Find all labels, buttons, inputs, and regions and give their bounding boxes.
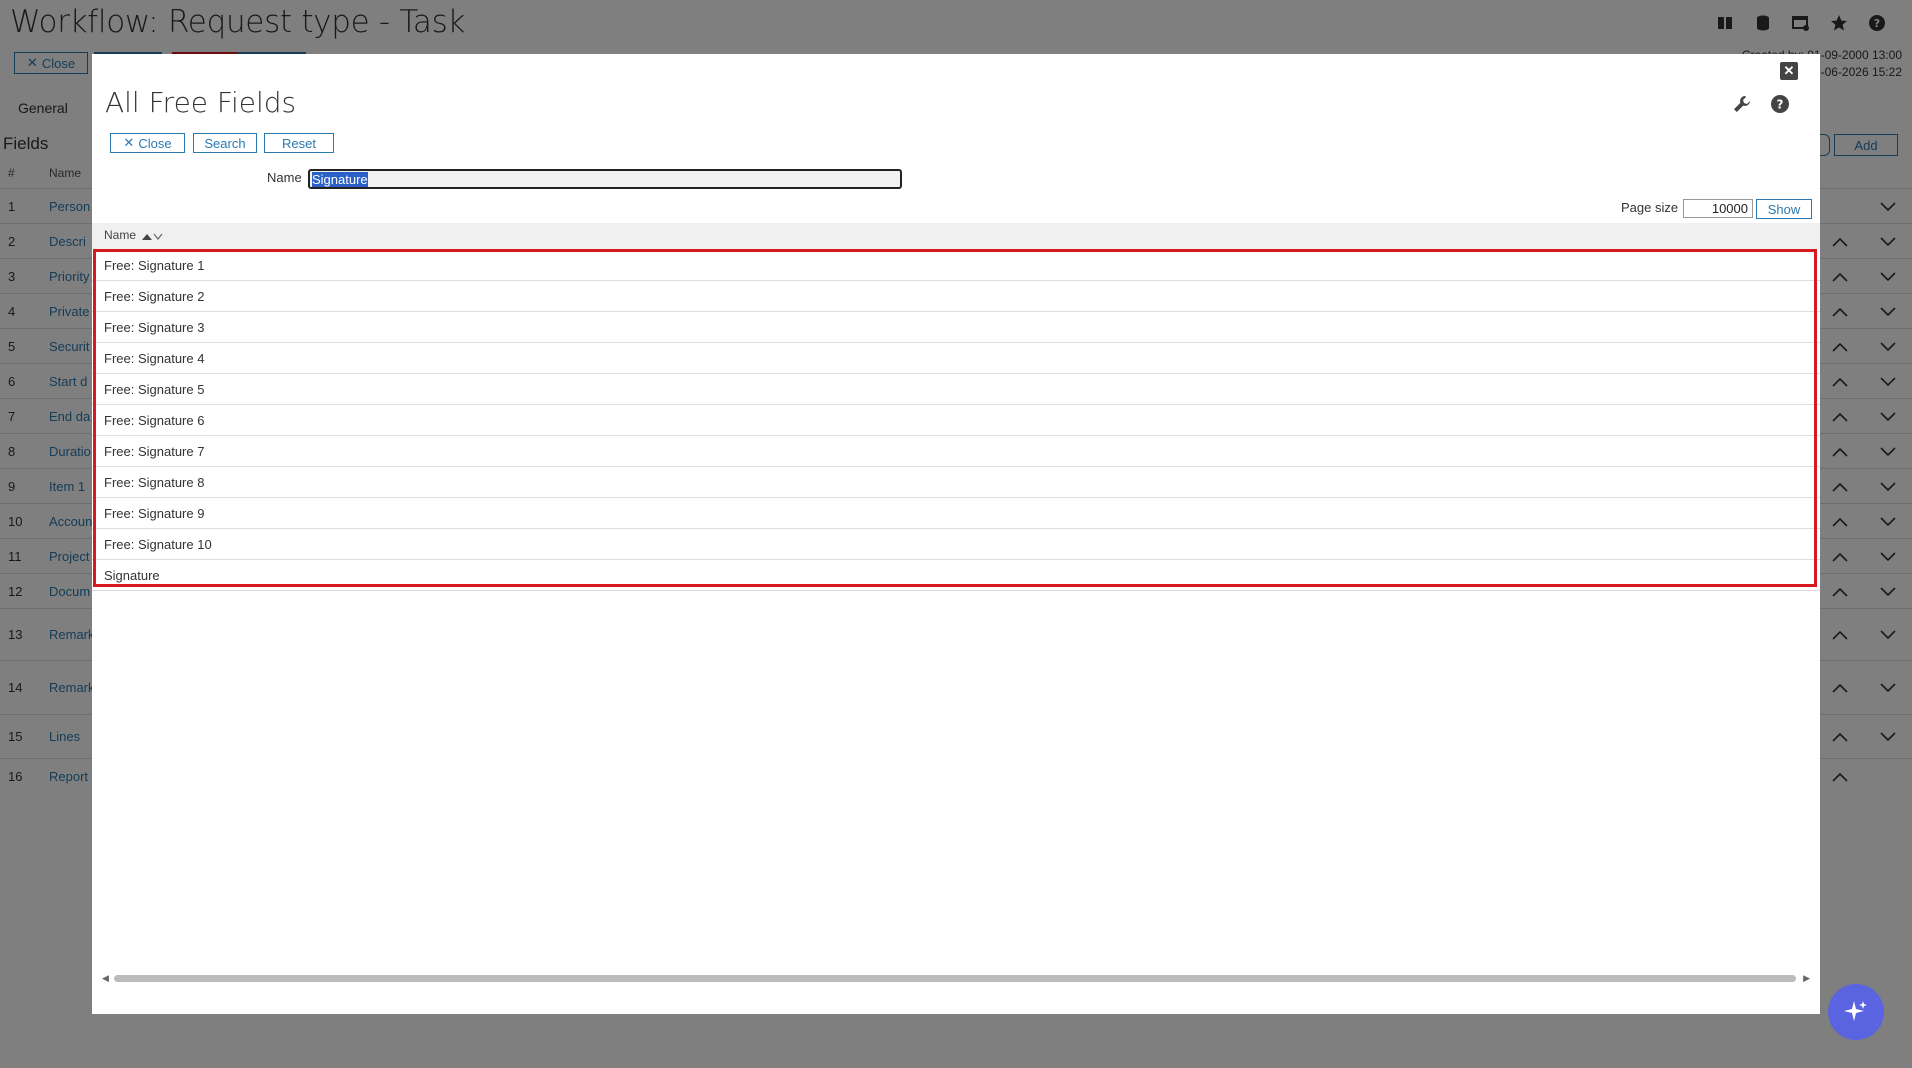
result-row[interactable]: Free: Signature 9 <box>92 498 1820 529</box>
page-size-label: Page size <box>1621 200 1679 215</box>
result-row[interactable]: Free: Signature 8 <box>92 467 1820 498</box>
scroll-left-icon[interactable]: ◀ <box>102 973 109 984</box>
name-filter-label: Name <box>267 170 302 185</box>
help-icon[interactable]: ? <box>1770 94 1790 114</box>
horizontal-scrollbar[interactable]: ◀ ▶ <box>102 972 1810 984</box>
scrollbar-thumb[interactable] <box>114 975 1796 982</box>
result-row[interactable]: Free: Signature 1 <box>92 250 1820 281</box>
modal-title: All Free Fields <box>105 86 297 119</box>
result-row[interactable]: Free: Signature 4 <box>92 343 1820 374</box>
grid-header: Name <box>92 223 1820 249</box>
result-row[interactable]: Free: Signature 3 <box>92 312 1820 343</box>
result-row[interactable]: Free: Signature 5 <box>92 374 1820 405</box>
modal-close-icon[interactable]: ✕ <box>1780 62 1798 80</box>
svg-text:?: ? <box>1777 98 1784 112</box>
name-filter-input[interactable]: Signature <box>308 169 902 189</box>
result-row-name: Free: Signature 2 <box>104 289 205 304</box>
result-row[interactable]: Free: Signature 6 <box>92 405 1820 436</box>
result-row-name: Free: Signature 8 <box>104 475 205 490</box>
name-filter-value: Signature <box>312 171 368 187</box>
scroll-right-icon[interactable]: ▶ <box>1803 973 1810 984</box>
result-row-name: Free: Signature 7 <box>104 444 205 459</box>
column-header-name[interactable]: Name <box>104 228 136 242</box>
reset-button[interactable]: Reset <box>264 133 334 153</box>
sparkle-icon <box>1844 1001 1867 1021</box>
close-button[interactable]: ✕ Close <box>110 133 185 153</box>
result-row[interactable]: Free: Signature 2 <box>92 281 1820 312</box>
results-list: Free: Signature 1 Free: Signature 2 Free: … <box>92 250 1820 591</box>
result-row[interactable]: Free: Signature 10 <box>92 529 1820 560</box>
result-row[interactable]: Free: Signature 7 <box>92 436 1820 467</box>
ai-assistant-button[interactable] <box>1828 984 1884 1040</box>
wrench-icon[interactable] <box>1732 94 1752 114</box>
result-row-name: Free: Signature 6 <box>104 413 205 428</box>
result-row[interactable]: Signature <box>92 560 1820 591</box>
result-row-name: Signature <box>104 568 160 583</box>
result-row-name: Free: Signature 1 <box>104 258 205 273</box>
search-button[interactable]: Search <box>193 133 257 153</box>
show-button[interactable]: Show <box>1756 199 1812 219</box>
result-row-name: Free: Signature 3 <box>104 320 205 335</box>
result-row-name: Free: Signature 4 <box>104 351 205 366</box>
close-icon: ✕ <box>123 135 135 150</box>
result-row-name: Free: Signature 10 <box>104 537 212 552</box>
page-size-input[interactable]: 10000 <box>1683 199 1753 218</box>
result-row-name: Free: Signature 9 <box>104 506 205 521</box>
result-row-name: Free: Signature 5 <box>104 382 205 397</box>
sort-icon[interactable] <box>142 231 164 241</box>
free-fields-modal: ✕ All Free Fields ? ✕ Close Search Reset … <box>92 54 1820 1014</box>
